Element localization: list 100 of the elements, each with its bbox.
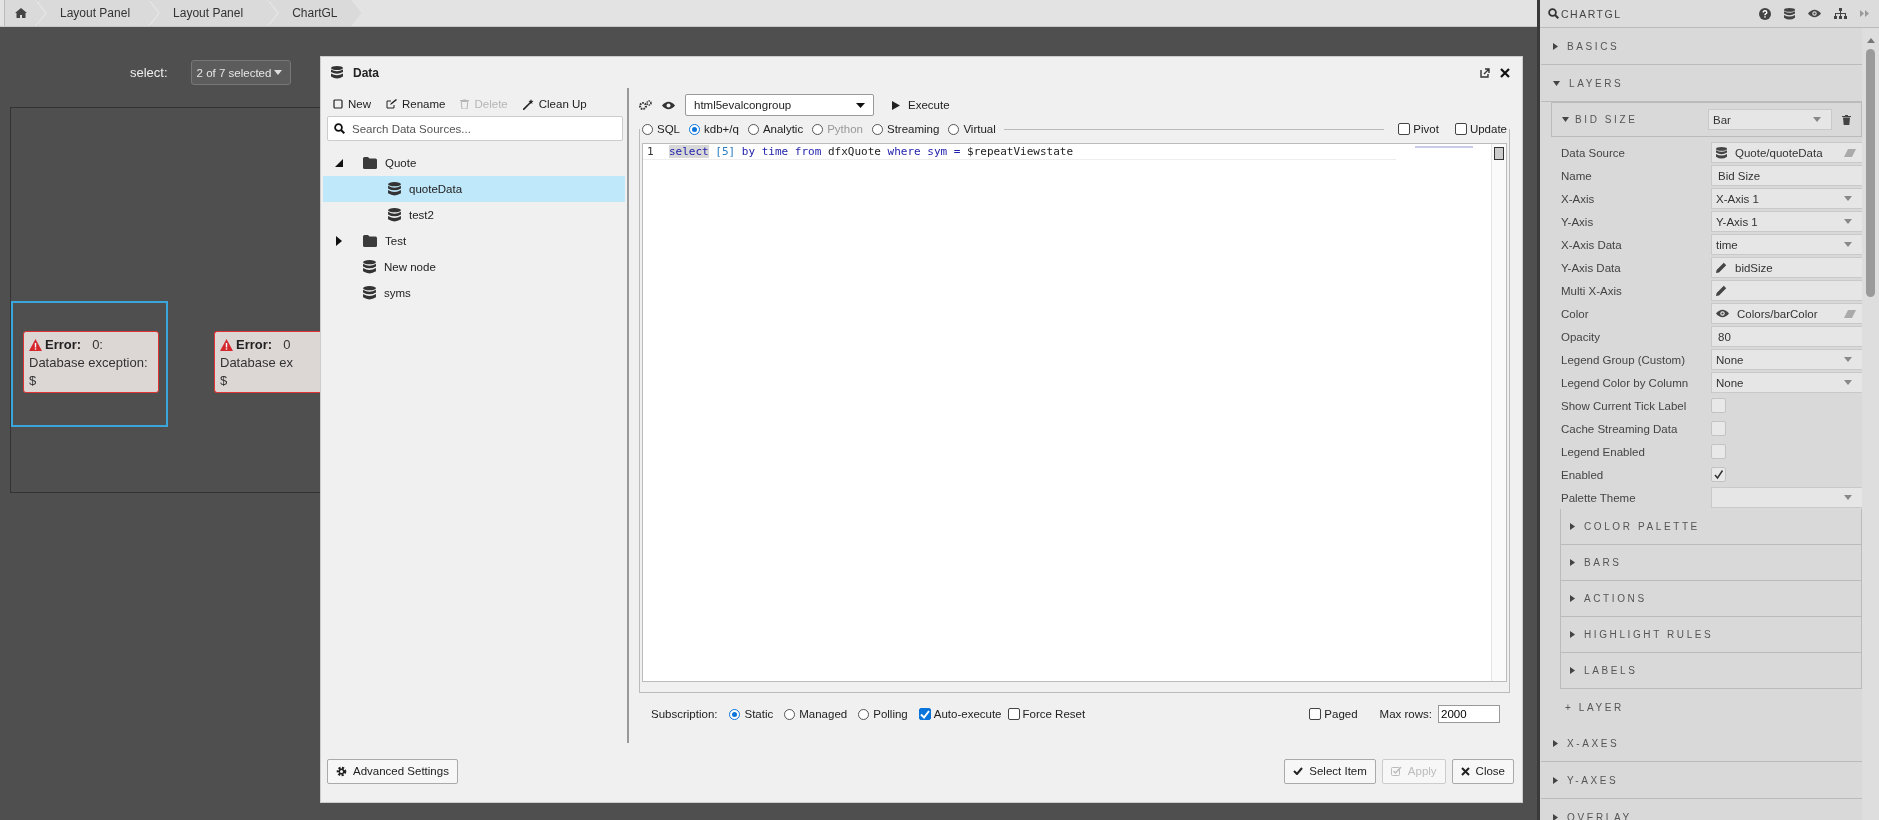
execute-button[interactable]: Execute — [892, 99, 950, 111]
tree-item[interactable]: Test — [323, 228, 625, 254]
subscription-checkbox[interactable]: Force Reset — [1007, 708, 1086, 720]
search-icon[interactable] — [1548, 8, 1559, 19]
caret-right-icon — [1553, 42, 1558, 50]
scrollbar[interactable] — [1491, 144, 1506, 681]
subsection-header[interactable]: ACTIONS — [1561, 581, 1861, 617]
scrollbar[interactable] — [1862, 28, 1879, 820]
close-icon[interactable] — [1500, 67, 1510, 78]
property-label: Legend Color by Column — [1561, 376, 1690, 389]
subsection-header[interactable]: BARS — [1561, 545, 1861, 581]
check-icon — [1713, 469, 1724, 480]
caret-down-icon — [1562, 117, 1569, 122]
trash-icon[interactable] — [1842, 114, 1851, 125]
tree-item[interactable]: Quote — [323, 150, 625, 176]
caret-icon — [1844, 380, 1852, 385]
database-icon — [363, 260, 376, 274]
advanced-settings-button[interactable]: Advanced Settings — [327, 758, 458, 784]
expand-icon[interactable] — [336, 236, 342, 246]
property-label: Enabled — [1561, 468, 1605, 481]
scroll-thumb[interactable] — [1494, 147, 1504, 160]
property-dropdown[interactable]: X-Axis 1 — [1711, 188, 1862, 209]
caret-right-icon — [1553, 776, 1558, 784]
subscription-radio[interactable]: Static — [729, 708, 774, 720]
database-icon — [388, 208, 401, 222]
error-message: Database ex — [220, 355, 294, 370]
checkbox-icon — [1390, 766, 1402, 776]
warning-icon — [29, 338, 42, 351]
select-button[interactable]: Select Item — [1284, 758, 1376, 784]
query-type-radio[interactable]: kdb+/q — [689, 123, 739, 135]
query-type-radio[interactable]: SQL — [642, 123, 680, 135]
section-header[interactable]: BASICS — [1541, 28, 1862, 65]
property-dropdown[interactable]: time — [1711, 234, 1862, 255]
tree-item[interactable]: New node — [323, 254, 625, 280]
selected-widget[interactable]: Error: 0: Database exception: $ — [11, 301, 168, 427]
property-label: X-Axis — [1561, 192, 1596, 205]
breadcrumb-item[interactable]: Layout Panel — [150, 0, 278, 26]
eye-icon[interactable] — [1808, 9, 1821, 18]
search-field[interactable]: Search Data Sources... — [327, 116, 623, 141]
subscription-radio[interactable]: Polling — [858, 708, 908, 720]
property-checkbox[interactable] — [1711, 444, 1726, 459]
pencil-icon — [1716, 285, 1727, 296]
select-dropdown[interactable]: 2 of 7 selected — [190, 60, 291, 85]
cleanup-button[interactable]: Clean Up — [522, 98, 587, 110]
folder-icon — [363, 157, 377, 169]
home-icon — [15, 8, 27, 18]
property-dropdown[interactable]: None — [1711, 372, 1862, 393]
property-field[interactable]: 80 — [1711, 326, 1862, 347]
rename-button[interactable]: Rename — [386, 98, 446, 110]
property-field[interactable]: Bid Size — [1711, 165, 1862, 186]
close-button[interactable]: Close — [1451, 758, 1514, 784]
property-field[interactable]: Colors/barColor — [1711, 303, 1862, 324]
subscription-checkbox[interactable]: Auto-execute — [918, 708, 1002, 720]
section-header[interactable]: X-AXES — [1541, 725, 1862, 762]
property-field[interactable] — [1711, 280, 1862, 301]
eye-icon[interactable] — [662, 100, 675, 110]
breadcrumb-item[interactable]: Layout Panel — [37, 0, 159, 26]
property-checkbox[interactable] — [1711, 398, 1726, 413]
query-type-radio[interactable]: Analytic — [747, 123, 804, 135]
breadcrumb-item[interactable]: ChartGL — [269, 0, 362, 26]
property-field[interactable]: Quote/quoteData — [1711, 142, 1862, 163]
error-message: Database exception: — [29, 355, 149, 370]
subsection-header[interactable]: LABELS — [1561, 653, 1861, 689]
scroll-up-icon[interactable] — [1866, 38, 1875, 43]
connection-dropdown[interactable]: html5evalcongroup — [685, 94, 874, 116]
new-button[interactable]: New — [333, 98, 371, 110]
popout-icon[interactable] — [1480, 67, 1490, 78]
caret-icon — [1844, 242, 1852, 247]
code-editor[interactable]: 1 select [5] by time from dfxQuote where sym = $repeatViewstate — [642, 143, 1507, 682]
folder-icon — [363, 235, 377, 247]
tree-item[interactable]: quoteData — [323, 176, 625, 202]
scroll-thumb[interactable] — [1866, 49, 1875, 297]
property-dropdown[interactable]: Y-Axis 1 — [1711, 211, 1862, 232]
query-type-radio[interactable]: Virtual — [948, 123, 996, 135]
add-layer-link[interactable]: + LAYER — [1541, 689, 1624, 725]
subsection-header[interactable]: HIGHLIGHT RULES — [1561, 617, 1861, 653]
subsection-header[interactable]: COLOR PALETTE — [1561, 509, 1861, 545]
trash-icon — [460, 99, 470, 109]
option-checkbox[interactable]: Update — [1454, 123, 1507, 135]
section-header[interactable]: Y-AXES — [1541, 762, 1862, 799]
help-icon[interactable] — [1759, 7, 1771, 20]
database-icon[interactable] — [1784, 7, 1795, 20]
layer-type-dropdown[interactable]: Bar — [1708, 109, 1832, 130]
max-rows-field[interactable]: 2000 — [1438, 705, 1500, 723]
tree-item[interactable]: test2 — [323, 202, 625, 228]
property-field[interactable]: bidSize — [1711, 257, 1862, 278]
subscription-radio[interactable]: Managed — [784, 708, 848, 720]
layer-toggle[interactable]: BID SIZE — [1562, 114, 1698, 125]
collapse-icon[interactable] — [335, 159, 343, 167]
query-type-radio[interactable]: Streaming — [871, 123, 940, 135]
error-detail: $ — [220, 373, 229, 388]
property-label: Legend Group (Custom) — [1561, 353, 1686, 366]
property-dropdown[interactable]: None — [1711, 349, 1862, 370]
option-checkbox[interactable]: Pivot — [1398, 123, 1439, 135]
paged-checkbox[interactable]: Paged — [1309, 708, 1358, 720]
home-crumb[interactable] — [4, 0, 45, 26]
property-checkbox[interactable] — [1711, 467, 1726, 482]
section-header[interactable]: LAYERS — [1541, 65, 1862, 102]
hierarchy-icon[interactable] — [1834, 7, 1847, 20]
property-checkbox[interactable] — [1711, 421, 1726, 436]
